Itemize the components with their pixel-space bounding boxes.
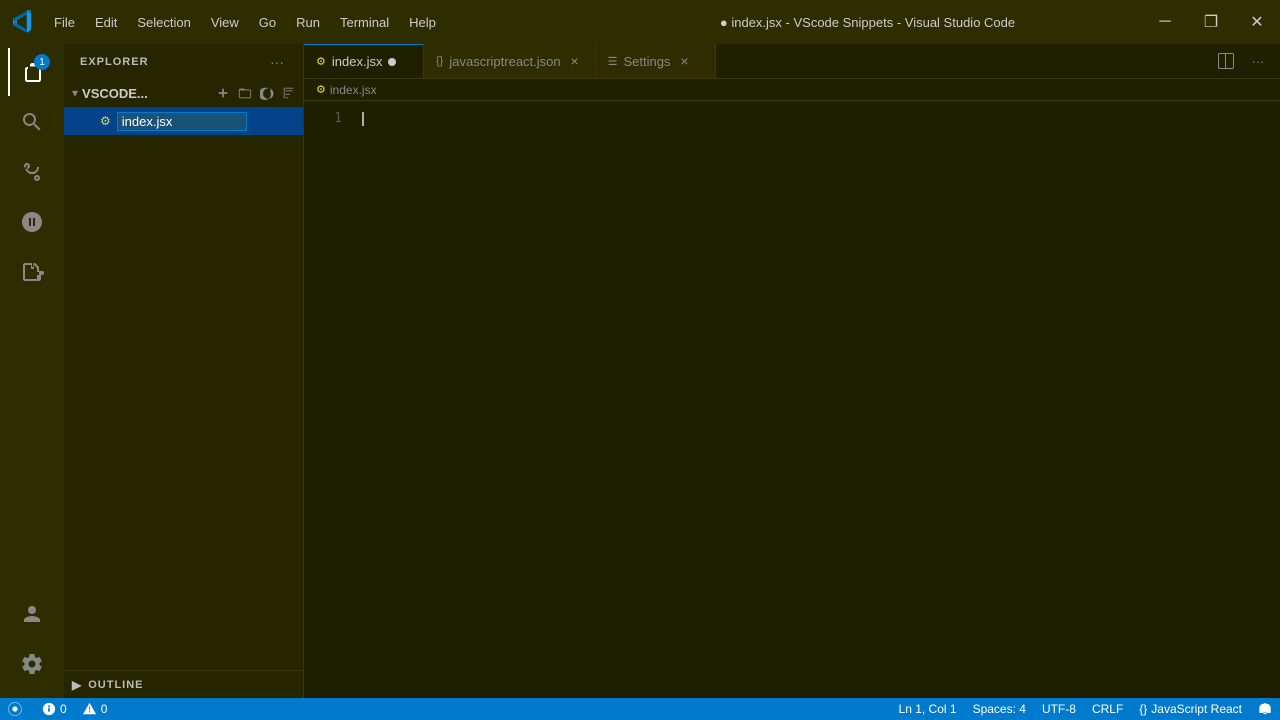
status-remote[interactable] — [0, 698, 34, 720]
breadcrumb: ⚙ index.jsx — [304, 79, 1280, 101]
sidebar-more-button[interactable]: ··· — [267, 52, 287, 72]
activity-accounts[interactable] — [8, 590, 56, 638]
more-actions-tab-button[interactable]: ··· — [1244, 47, 1272, 75]
status-line-ending[interactable]: CRLF — [1084, 698, 1131, 720]
indentation-text: Spaces: 4 — [973, 702, 1026, 716]
code-editor[interactable]: 1 — [304, 101, 1280, 698]
menu-selection[interactable]: Selection — [127, 0, 200, 44]
line-number-1: 1 — [304, 109, 342, 128]
tab-settings-icon: ☰ — [608, 55, 618, 68]
file-tree: ▾ VSCODE... — [64, 79, 303, 670]
tab-bar-actions: ··· — [1204, 44, 1280, 78]
breadcrumb-filename: index.jsx — [330, 83, 377, 97]
close-button[interactable]: ✕ — [1234, 0, 1280, 44]
status-cursor-position[interactable]: Ln 1, Col 1 — [891, 698, 965, 720]
status-language[interactable]: {} JavaScript React — [1131, 698, 1250, 720]
tab-json-icon: {} — [436, 55, 443, 67]
tab-label-settings: Settings — [624, 54, 671, 69]
status-notifications[interactable] — [1250, 698, 1280, 720]
activity-settings[interactable] — [8, 640, 56, 688]
chevron-down-icon: ▾ — [72, 86, 78, 100]
activity-bar-bottom — [8, 590, 56, 698]
activity-search[interactable] — [8, 98, 56, 146]
line-numbers: 1 — [304, 101, 354, 698]
tab-index-jsx[interactable]: ⚙ index.jsx — [304, 44, 424, 78]
menu-help[interactable]: Help — [399, 0, 446, 44]
text-cursor — [362, 112, 364, 126]
folder-name: VSCODE... — [82, 86, 148, 101]
maximize-button[interactable]: ❐ — [1188, 0, 1234, 44]
editor-area: ⚙ index.jsx {} javascriptreact.json × ☰ … — [304, 44, 1280, 698]
tab-javascriptreact-json[interactable]: {} javascriptreact.json × — [424, 44, 596, 78]
folder-actions — [213, 83, 299, 103]
main-layout: 1 — [0, 44, 1280, 698]
menu-view[interactable]: View — [201, 0, 249, 44]
window-controls: ─ ❐ ✕ — [1142, 0, 1280, 44]
activity-explorer[interactable]: 1 — [8, 48, 56, 96]
title-bar: File Edit Selection View Go Run Terminal… — [0, 0, 1280, 44]
tab-close-settings[interactable]: × — [677, 53, 693, 69]
menu-bar: File Edit Selection View Go Run Terminal… — [44, 0, 593, 44]
tab-label-index-jsx: index.jsx — [332, 54, 383, 69]
tab-close-json[interactable]: × — [567, 53, 583, 69]
activity-run-debug[interactable] — [8, 198, 56, 246]
refresh-button[interactable] — [257, 83, 277, 103]
file-index-jsx[interactable]: ⚙ — [64, 107, 303, 135]
outline-label: OUTLINE — [88, 679, 143, 691]
menu-go[interactable]: Go — [249, 0, 286, 44]
new-folder-button[interactable] — [235, 83, 255, 103]
outline-section[interactable]: ▶ OUTLINE — [64, 670, 303, 698]
explorer-badge: 1 — [34, 54, 50, 70]
status-warnings[interactable]: 0 — [75, 698, 116, 720]
chevron-right-icon: ▶ — [72, 678, 82, 692]
activity-extensions[interactable] — [8, 248, 56, 296]
status-warnings-count: 0 — [101, 702, 108, 716]
activity-bar: 1 — [0, 44, 64, 698]
menu-run[interactable]: Run — [286, 0, 330, 44]
status-right: Ln 1, Col 1 Spaces: 4 UTF-8 CRLF {} Java… — [891, 698, 1280, 720]
file-icon: ⚙ — [100, 114, 111, 128]
scrollbar-vertical[interactable] — [1270, 101, 1280, 698]
menu-file[interactable]: File — [44, 0, 85, 44]
activity-source-control[interactable] — [8, 148, 56, 196]
encoding-text: UTF-8 — [1042, 702, 1076, 716]
cursor-position-text: Ln 1, Col 1 — [899, 702, 957, 716]
split-editor-button[interactable] — [1212, 47, 1240, 75]
tab-settings[interactable]: ☰ Settings × — [596, 44, 716, 78]
line-ending-text: CRLF — [1092, 702, 1123, 716]
menu-terminal[interactable]: Terminal — [330, 0, 399, 44]
sidebar-title: EXPLORER — [80, 56, 149, 68]
status-errors[interactable]: 0 — [34, 698, 75, 720]
tab-bar: ⚙ index.jsx {} javascriptreact.json × ☰ … — [304, 44, 1280, 79]
status-errors-count: 0 — [60, 702, 67, 716]
breadcrumb-file-icon: ⚙ — [316, 83, 326, 96]
vscode-logo — [0, 0, 44, 44]
new-file-button[interactable] — [213, 83, 233, 103]
status-encoding[interactable]: UTF-8 — [1034, 698, 1084, 720]
language-icon: {} — [1139, 702, 1147, 716]
menu-edit[interactable]: Edit — [85, 0, 127, 44]
tab-label-json: javascriptreact.json — [449, 54, 560, 69]
status-indentation[interactable]: Spaces: 4 — [965, 698, 1034, 720]
collapse-all-button[interactable] — [279, 83, 299, 103]
status-bar: 0 0 Ln 1, Col 1 Spaces: 4 UTF-8 CRLF {} … — [0, 698, 1280, 720]
language-text: JavaScript React — [1151, 702, 1242, 716]
sidebar-header: EXPLORER ··· — [64, 44, 303, 79]
window-title: ● index.jsx - VScode Snippets - Visual S… — [593, 15, 1142, 30]
editor-content[interactable] — [354, 101, 1270, 698]
folder-vscode[interactable]: ▾ VSCODE... — [64, 79, 303, 107]
tab-modified-indicator — [388, 58, 396, 66]
status-left: 0 0 — [0, 698, 115, 720]
minimize-button[interactable]: ─ — [1142, 0, 1188, 44]
tab-jsx-icon: ⚙ — [316, 55, 326, 68]
sidebar-actions: ··· — [267, 52, 287, 72]
file-rename-input[interactable] — [117, 112, 247, 131]
sidebar: EXPLORER ··· ▾ VSCODE... — [64, 44, 304, 698]
